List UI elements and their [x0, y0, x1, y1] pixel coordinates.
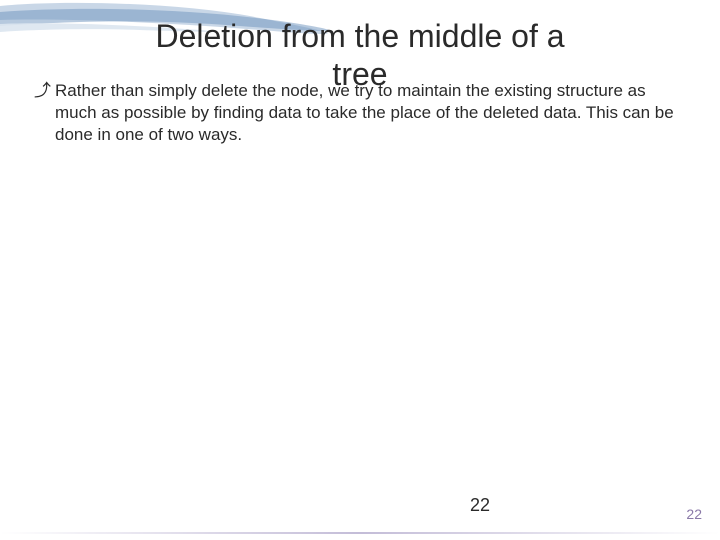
- bullet-text: Rather than simply delete the node, we t…: [55, 80, 686, 145]
- page-number-corner: 22: [686, 506, 702, 522]
- bullet-item: ⤴ Rather than simply delete the node, we…: [34, 80, 686, 145]
- slide-body: ⤴ Rather than simply delete the node, we…: [34, 80, 686, 145]
- footer-underline: [0, 532, 720, 534]
- bullet-icon: ⤴: [34, 80, 51, 102]
- slide-title-line1: Deletion from the middle of a: [155, 18, 564, 54]
- page-number-center: 22: [0, 495, 720, 516]
